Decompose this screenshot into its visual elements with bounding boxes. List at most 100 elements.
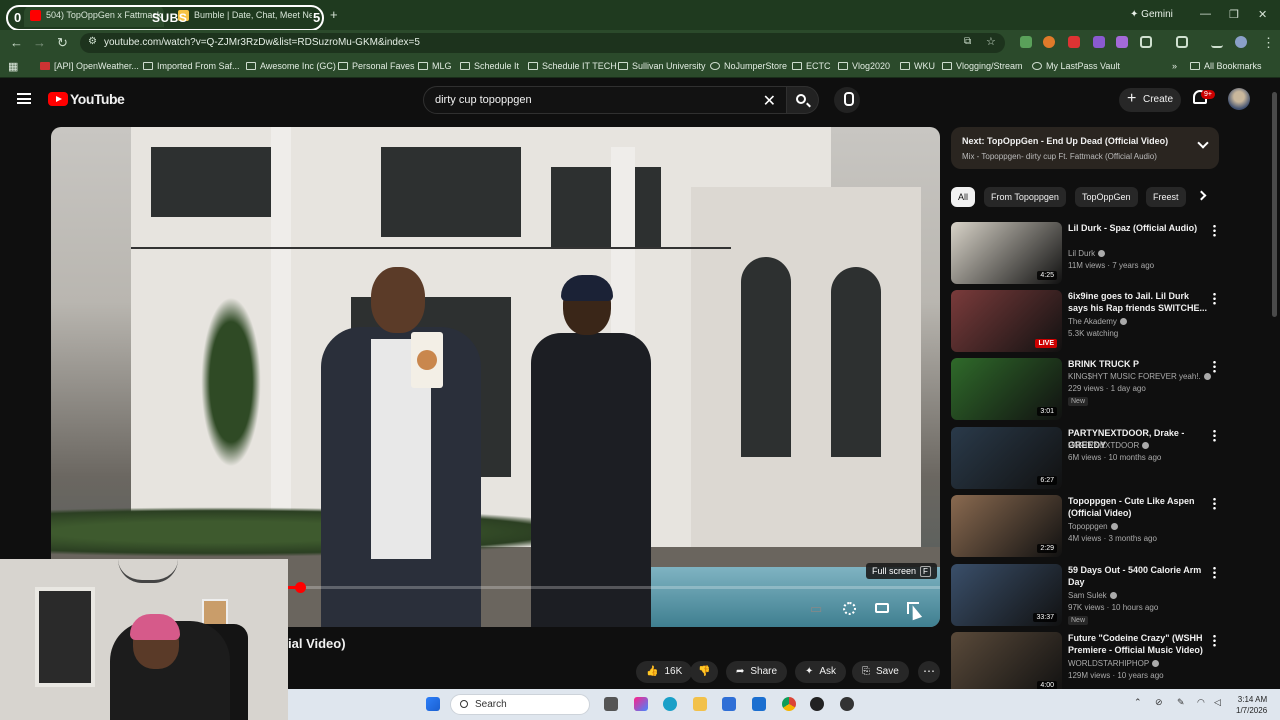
more-options-icon[interactable]	[1213, 429, 1216, 442]
bookmark-star-icon[interactable]: ☆	[986, 35, 996, 48]
video-thumbnail[interactable]: LIVE	[951, 290, 1062, 352]
bookmark-folder[interactable]: WKU	[900, 61, 935, 71]
recommendation-title[interactable]: BRINK TRUCK P	[1068, 358, 1208, 370]
menu-icon[interactable]	[17, 93, 31, 104]
video-thumbnail[interactable]: 4:00	[951, 632, 1062, 694]
chip-freestyle[interactable]: Freest	[1146, 187, 1186, 207]
search-button[interactable]	[787, 86, 819, 114]
search-input[interactable]: dirty cup topoppgen ✕	[423, 86, 787, 114]
chip-from-topoppgen[interactable]: From Topoppgen	[984, 187, 1066, 207]
github-icon[interactable]	[810, 697, 824, 711]
system-clock[interactable]: 3:14 AM 1/7/2026	[1236, 694, 1267, 716]
channel-name[interactable]: Lil Durk	[1068, 249, 1106, 258]
bookmark-folder[interactable]: Sullivan University	[618, 61, 706, 71]
more-options-icon[interactable]	[1213, 292, 1216, 305]
more-options-icon[interactable]	[1213, 224, 1216, 237]
mail-icon[interactable]	[752, 697, 766, 711]
tray-chevron-icon[interactable]: ⌃	[1134, 697, 1142, 708]
chip-topoppgen[interactable]: TopOppGen	[1075, 187, 1138, 207]
channel-name[interactable]: KING$HYT MUSIC FOREVER yeah!.	[1068, 372, 1211, 381]
video-thumbnail[interactable]: 4:25	[951, 222, 1062, 284]
chip-all[interactable]: All	[951, 187, 976, 207]
video-thumbnail[interactable]: 3:01	[951, 358, 1062, 420]
wifi-icon[interactable]: ◠	[1197, 697, 1205, 708]
apps-grid-icon[interactable]: ▦	[8, 60, 18, 73]
more-options-icon[interactable]	[1213, 566, 1216, 579]
ask-button[interactable]: ✦ Ask	[795, 661, 847, 683]
more-options-icon[interactable]	[1213, 497, 1216, 510]
all-bookmarks[interactable]: All Bookmarks	[1190, 61, 1262, 71]
extension-v-icon[interactable]	[1020, 36, 1032, 48]
voice-search-icon[interactable]	[834, 87, 860, 113]
site-info-icon[interactable]: ⚙	[88, 36, 97, 47]
bookmark-folder[interactable]: Schedule It	[460, 61, 519, 71]
more-actions-icon[interactable]: ⋯	[918, 661, 940, 683]
recommendation-title[interactable]: 6ix9ine goes to Jail. Lil Durk says his …	[1068, 290, 1208, 314]
create-button[interactable]: + Create	[1119, 88, 1181, 112]
taskbar-search-input[interactable]: Search	[450, 694, 590, 715]
tray-app-icon[interactable]: ⊘	[1155, 697, 1163, 708]
store-icon[interactable]	[722, 697, 736, 711]
clear-search-icon[interactable]: ✕	[763, 91, 776, 111]
save-button[interactable]: ⎘ Save	[852, 661, 909, 683]
channel-name[interactable]: PARTYNEXTDOOR	[1068, 441, 1150, 450]
recommendation-title[interactable]: Topoppgen - Cute Like Aspen (Official Vi…	[1068, 495, 1208, 519]
bookmark-folder[interactable]: Awesome Inc (GC)	[246, 61, 336, 71]
recommendation-item[interactable]: 4:25 Lil Durk - Spaz (Official Audio) Lil …	[951, 222, 1219, 284]
install-icon[interactable]: ⧉	[964, 36, 971, 47]
restore-icon[interactable]: ❐	[1229, 8, 1239, 21]
recommendation-title[interactable]: Future "Codeine Crazy" (WSHH Premiere - …	[1068, 632, 1208, 656]
reload-icon[interactable]: ↻	[57, 35, 68, 51]
channel-name[interactable]: Sam Sulek	[1068, 591, 1117, 600]
side-panel-icon[interactable]	[1176, 36, 1188, 48]
bookmark-folder[interactable]: Vlogging/Stream	[942, 61, 1023, 71]
copilot-icon[interactable]	[634, 697, 648, 711]
bookmark-folder[interactable]: Schedule IT TECH	[528, 61, 617, 71]
more-options-icon[interactable]	[1213, 634, 1216, 647]
bookmark-folder[interactable]: MLG	[418, 61, 452, 71]
recommendation-item[interactable]: 6:27 PARTYNEXTDOOR, Drake - GREEDY PARTYNE…	[951, 427, 1219, 489]
like-button[interactable]: 👍 16K	[636, 661, 693, 683]
downloads-icon[interactable]	[1211, 36, 1223, 48]
youtube-logo-text[interactable]: YouTube	[70, 91, 125, 107]
new-tab-icon[interactable]: +	[330, 7, 338, 22]
file-explorer-icon[interactable]	[693, 697, 707, 711]
profile-icon[interactable]	[1235, 36, 1247, 48]
recommendation-item[interactable]: 3:01 BRINK TRUCK P KING$HYT MUSIC FOREVER …	[951, 358, 1219, 420]
recommendation-item[interactable]: 4:00 Future "Codeine Crazy" (WSHH Premier…	[951, 632, 1219, 694]
recommendation-title[interactable]: Lil Durk - Spaz (Official Audio)	[1068, 222, 1208, 234]
app-icon[interactable]	[840, 697, 854, 711]
forward-icon[interactable]: →	[33, 35, 46, 50]
windows-start-icon[interactable]	[426, 697, 440, 711]
bookmark-folder[interactable]: Vlog2020	[838, 61, 890, 71]
recommendation-item[interactable]: LIVE 6ix9ine goes to Jail. Lil Durk says …	[951, 290, 1219, 352]
recommendation-item[interactable]: 33:37 59 Days Out - 5400 Calorie Arm Day S…	[951, 564, 1219, 626]
video-thumbnail[interactable]: 33:37	[951, 564, 1062, 626]
extension-violet-icon[interactable]	[1116, 36, 1128, 48]
dislike-button[interactable]: 👎	[690, 661, 719, 683]
gemini-button[interactable]: ✦ Gemini	[1122, 6, 1181, 24]
video-thumbnail[interactable]: 2:29	[951, 495, 1062, 557]
settings-gear-icon[interactable]	[843, 602, 856, 615]
bookmark-item[interactable]: NoJumperStore	[710, 61, 787, 71]
progress-scrubber[interactable]	[294, 582, 306, 593]
subtitles-icon[interactable]: ▭	[810, 601, 826, 616]
recommendation-item[interactable]: 2:29 Topoppgen - Cute Like Aspen (Officia…	[951, 495, 1219, 557]
task-view-icon[interactable]	[604, 697, 618, 711]
bookmark-item[interactable]: My LastPass Vault	[1032, 61, 1120, 71]
recommendation-title[interactable]: 59 Days Out - 5400 Calorie Arm Day	[1068, 564, 1208, 588]
bookmark-item[interactable]: [API] OpenWeather...	[40, 61, 139, 71]
video-player[interactable]	[51, 127, 940, 627]
scrollbar[interactable]	[1272, 92, 1277, 317]
channel-name[interactable]: The Akademy	[1068, 317, 1127, 326]
volume-icon[interactable]: ◁	[1214, 697, 1221, 708]
edge-icon[interactable]	[663, 697, 677, 711]
chevron-down-icon[interactable]	[1197, 137, 1209, 149]
extension-orange-icon[interactable]	[1043, 36, 1055, 48]
channel-name[interactable]: WORLDSTARHIPHOP	[1068, 659, 1160, 668]
bookmarks-overflow-icon[interactable]: »	[1172, 61, 1177, 71]
extension-purple-icon[interactable]	[1093, 36, 1105, 48]
close-window-icon[interactable]: ✕	[1258, 8, 1267, 21]
video-thumbnail[interactable]: 6:27	[951, 427, 1062, 489]
theater-mode-icon[interactable]	[875, 603, 889, 613]
